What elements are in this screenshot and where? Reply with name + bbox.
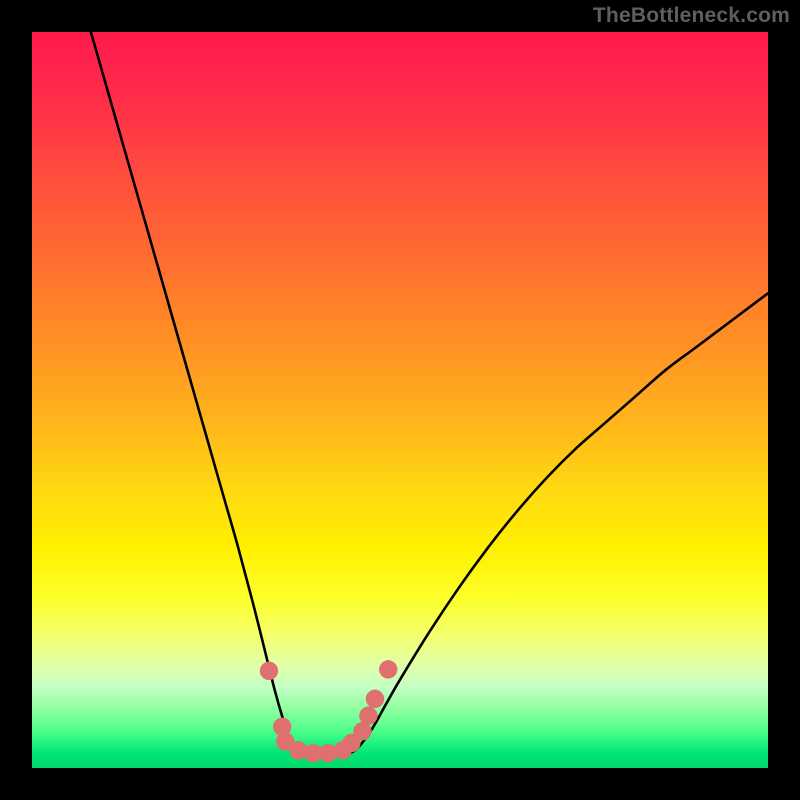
data-point — [379, 660, 397, 678]
data-point — [359, 707, 377, 725]
data-point — [260, 662, 278, 680]
chart-frame: TheBottleneck.com — [0, 0, 800, 800]
data-point — [366, 690, 384, 708]
bottleneck-curve — [91, 32, 768, 756]
plot-area — [32, 32, 768, 768]
plot-svg — [32, 32, 768, 768]
curve-path — [91, 32, 768, 756]
attribution-watermark: TheBottleneck.com — [593, 4, 790, 28]
